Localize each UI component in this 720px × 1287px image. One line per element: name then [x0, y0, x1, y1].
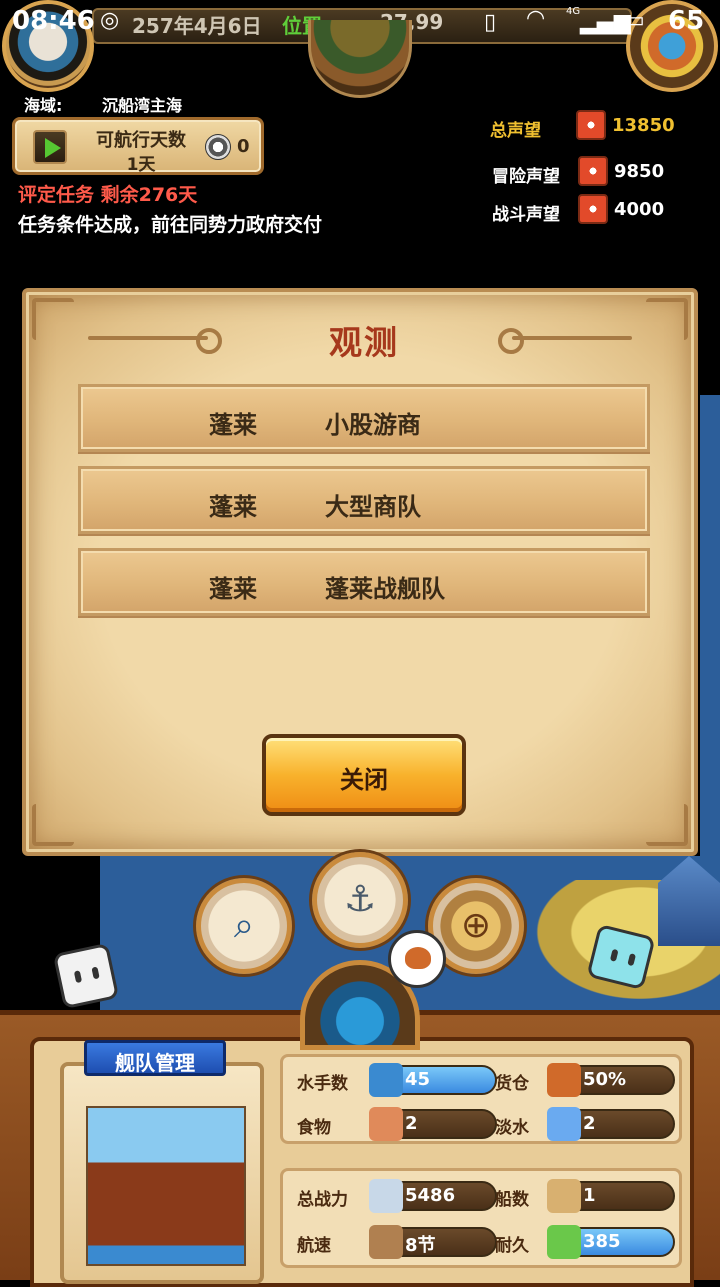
durability-value: 385 [583, 1231, 621, 1252]
option-place: 蓬莱 [209, 411, 257, 439]
battery-level: 65 [668, 6, 705, 36]
sail-days-panel: 可航行天数 1天 0 [12, 117, 264, 175]
battery-icon: ▭ [624, 8, 645, 33]
ship-image [86, 1106, 246, 1266]
close-button-label: 关闭 [340, 766, 388, 794]
total-reputation-label: 总声望 [490, 121, 541, 141]
cargo-label: 货仓 [495, 1074, 529, 1094]
sail-icon [547, 1179, 581, 1213]
snowflake-reputation-icon [578, 156, 608, 186]
spyglass-icon: ⌕ [233, 905, 255, 946]
ships-pill: 1 [547, 1179, 675, 1213]
cargo-pill: 50% [547, 1063, 675, 1097]
sailors-pill: 45 [369, 1063, 497, 1097]
food-value: 2 [405, 1113, 418, 1134]
observe-option[interactable]: 蓬莱 小股游商 [78, 384, 650, 452]
food-label: 食物 [297, 1118, 331, 1138]
eye [73, 970, 83, 984]
fleet-management-tab[interactable]: 舰队管理 [84, 1040, 226, 1076]
sync-icon: ◎ [100, 8, 120, 33]
durability-label: 耐久 [495, 1236, 529, 1256]
spyglass-button[interactable]: ⌕ [196, 878, 292, 974]
corner-ornament [646, 804, 688, 846]
fleet-management-label: 舰队管理 [115, 1051, 195, 1075]
sailors-label: 水手数 [297, 1074, 348, 1094]
observe-option[interactable]: 蓬莱 蓬莱战舰队 [78, 548, 650, 616]
mission-description: 任务条件达成，前往同势力政府交付 [18, 214, 323, 236]
option-fleet: 大型商队 [325, 493, 421, 521]
meat-icon [369, 1107, 403, 1141]
durability-pill: 385 [547, 1225, 675, 1259]
coin-value: 0 [237, 136, 250, 157]
sail-days-label: 可航行天数 [96, 130, 186, 151]
food-pill: 2 [369, 1107, 497, 1141]
observe-dialog: 观测 蓬莱 小股游商 蓬莱 大型商队 蓬莱 蓬莱战舰队 关闭 [22, 288, 698, 856]
ship-speed-icon [369, 1225, 403, 1259]
water-jug-icon [547, 1107, 581, 1141]
ships-label: 船数 [495, 1190, 529, 1210]
eye [627, 953, 637, 967]
sail-days-value: 1天 [126, 155, 156, 175]
observe-option[interactable]: 蓬莱 大型商队 [78, 466, 650, 534]
vibrate-icon: ▯ [484, 10, 497, 35]
close-button[interactable]: 关闭 [262, 734, 466, 816]
speed-value: 8节 [405, 1235, 436, 1256]
water-pill: 2 [547, 1107, 675, 1141]
sea-area-value: 沉船湾主海 [102, 96, 183, 115]
crate-icon [547, 1063, 581, 1097]
water-label: 淡水 [495, 1118, 529, 1138]
adventure-reputation-label: 冒险声望 [492, 167, 560, 187]
sailors-value: 45 [405, 1069, 431, 1090]
supply-stats: 水手数 45 货仓 50% 食物 2 淡水 2 [280, 1054, 682, 1144]
ships-value: 1 [583, 1185, 596, 1206]
repair-ship-icon [547, 1225, 581, 1259]
total-reputation-value: 13850 [612, 115, 675, 136]
speed-pill: 8节 [369, 1225, 497, 1259]
coin-icon [205, 134, 231, 160]
eye [91, 966, 100, 980]
battle-reputation-value: 4000 [614, 199, 665, 220]
battle-reputation-label: 战斗声望 [492, 205, 560, 225]
option-place: 蓬莱 [209, 575, 257, 603]
corner-ornament [32, 804, 74, 846]
ghost-mascot[interactable] [52, 942, 120, 1010]
sea-area-label: 海域: [24, 96, 63, 115]
crossed-swords-icon [369, 1179, 403, 1213]
power-value: 5486 [405, 1185, 456, 1206]
wifi-icon: ◠ [526, 6, 546, 31]
cargo-value: 50% [583, 1069, 627, 1090]
power-pill: 5486 [369, 1179, 497, 1213]
anchor-icon: ⚓ [343, 879, 377, 920]
status-bar: 08:46 ◎ ▯ ◠ 4G ▂▄▆ ▭ 65 [0, 0, 720, 46]
clock: 08:46 [12, 6, 95, 36]
option-place: 蓬莱 [209, 493, 257, 521]
total-reputation-icon [576, 110, 606, 140]
option-fleet: 蓬莱战舰队 [325, 575, 445, 603]
option-fleet: 小股游商 [325, 411, 421, 439]
speed-label: 航速 [297, 1236, 331, 1256]
eye [609, 948, 619, 962]
food-bubble-icon[interactable] [388, 930, 446, 988]
anchor-button[interactable]: ⚓ [312, 852, 408, 948]
combat-stats: 总战力 5486 船数 1 航速 8节 耐久 385 [280, 1168, 682, 1268]
title-flourish-right [498, 328, 632, 354]
ship-portrait[interactable] [60, 1062, 264, 1284]
network-type: 4G [566, 6, 581, 17]
power-label: 总战力 [297, 1190, 348, 1210]
water-value: 2 [583, 1113, 596, 1134]
sea-background [700, 395, 720, 865]
mission-title: 评定任务 剩余276天 [18, 184, 198, 206]
play-icon[interactable] [33, 130, 67, 164]
swords-reputation-icon [578, 194, 608, 224]
map-icon: ⊕ [460, 905, 492, 946]
dialog-title: 观测 [329, 323, 399, 362]
adventure-reputation-value: 9850 [614, 161, 665, 182]
sailor-icon [369, 1063, 403, 1097]
